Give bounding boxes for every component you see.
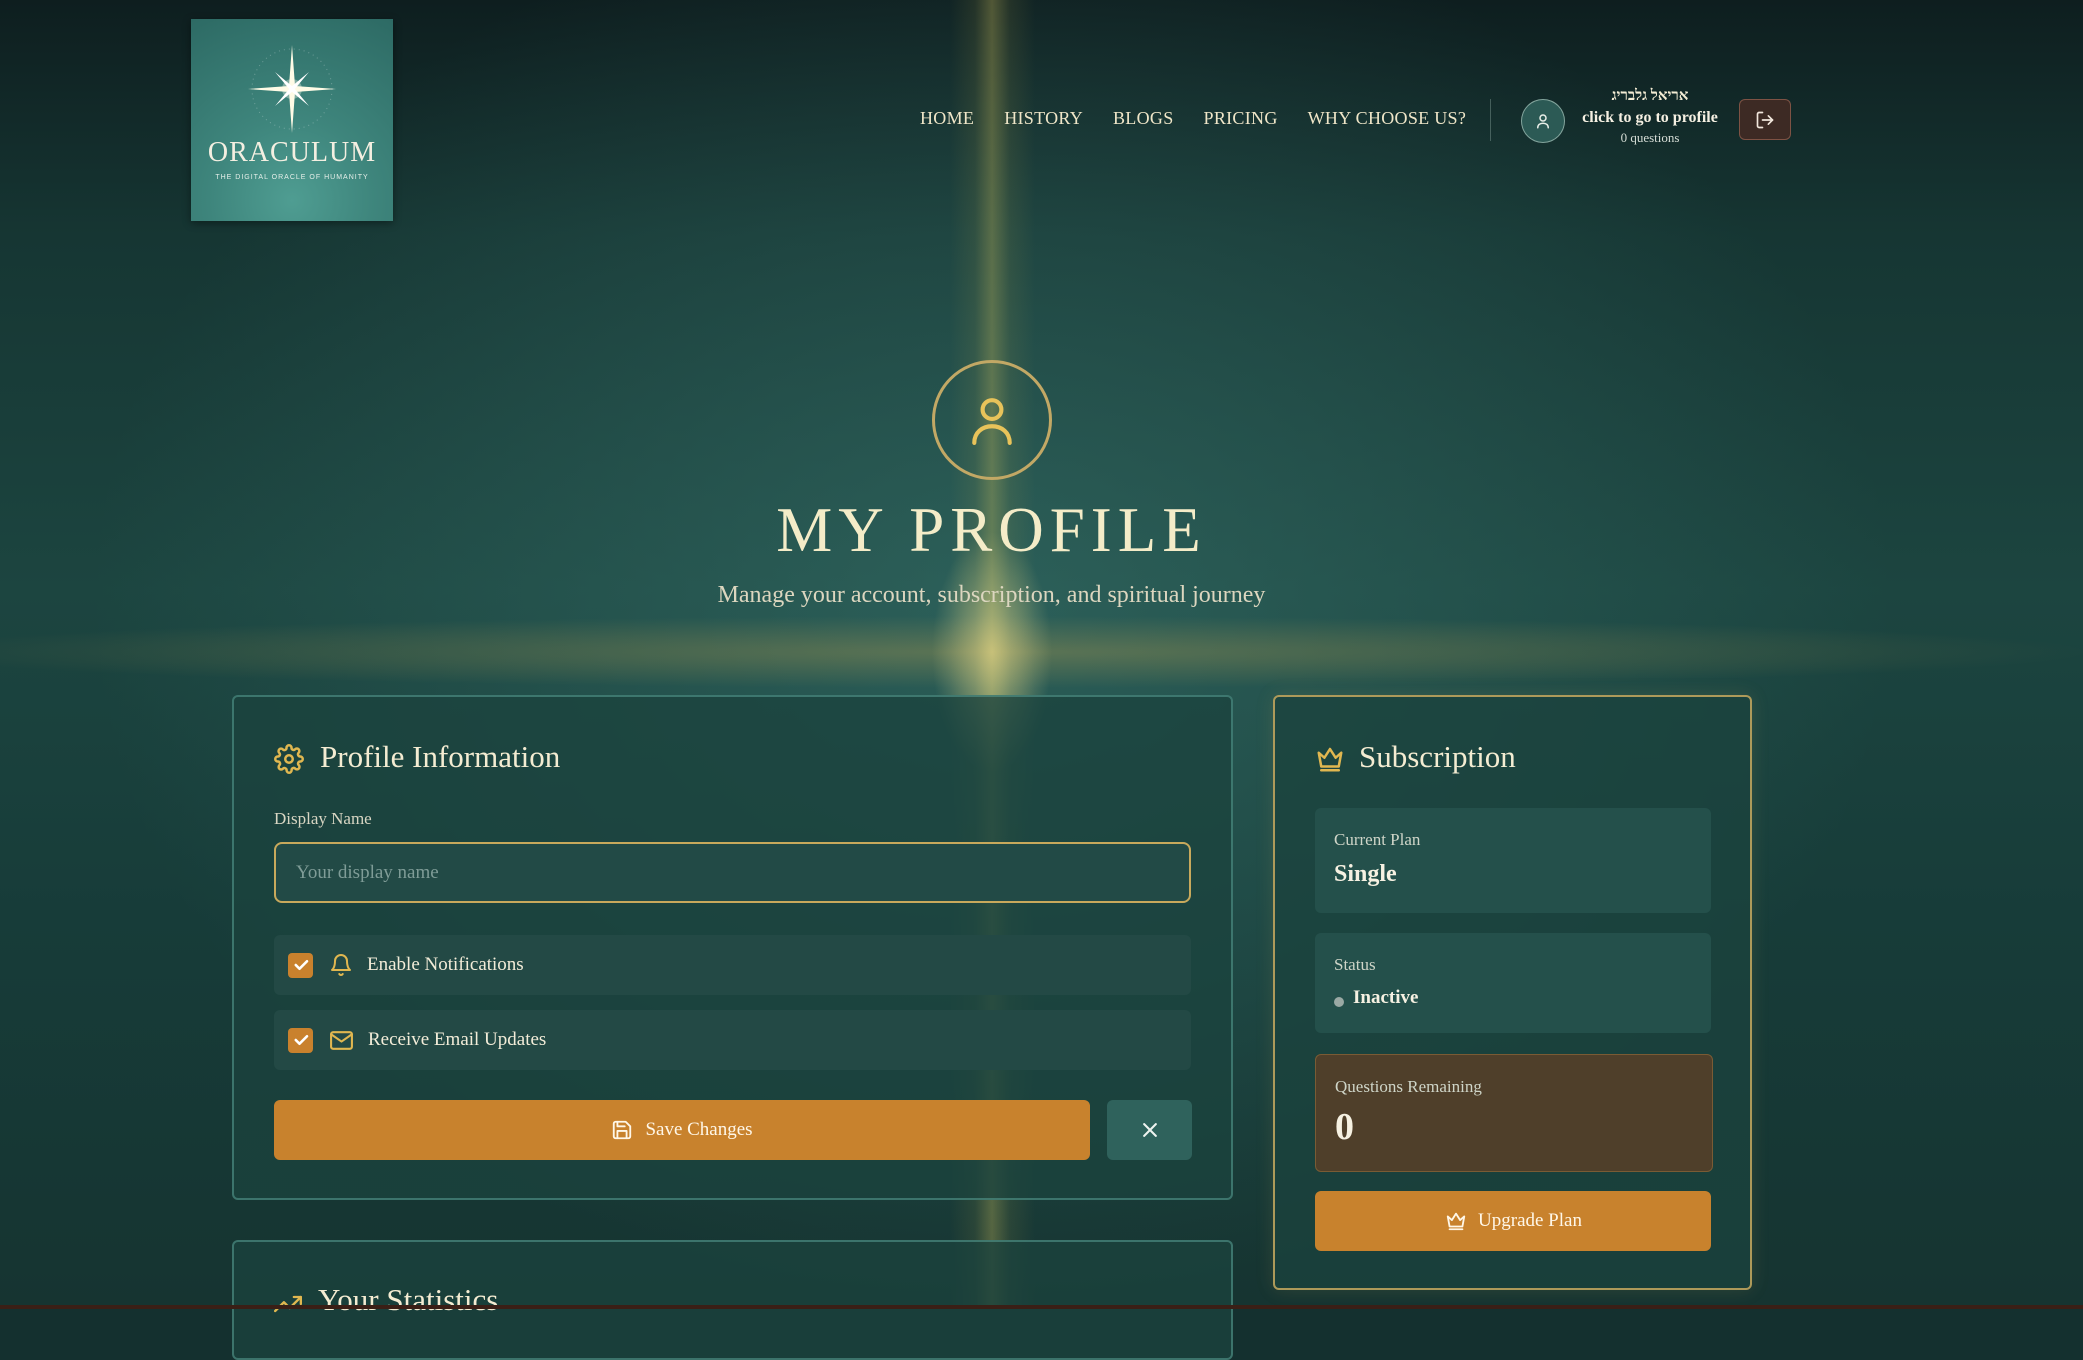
nav-why-choose-us[interactable]: WHY CHOOSE US? (1308, 108, 1467, 129)
page-subtitle: Manage your account, subscription, and s… (717, 582, 1266, 608)
user-icon (1537, 114, 1549, 129)
profile-link-label: click to go to profile (1582, 109, 1718, 126)
user-profile-link[interactable]: אריאל גלבריג click to go to profile 0 qu… (1570, 88, 1730, 146)
save-changes-label: Save Changes (645, 1119, 753, 1140)
brand-logo[interactable]: ORACULUM THE DIGITAL ORACLE OF HUMANITY (191, 19, 393, 221)
questions-remaining-box: Questions Remaining 0 (1315, 1054, 1713, 1172)
notifications-label: Enable Notifications (367, 954, 524, 975)
display-name-input[interactable] (274, 842, 1191, 903)
avatar[interactable] (1521, 99, 1565, 143)
logout-button[interactable] (1739, 99, 1791, 140)
statistics-card-title: Your Statistics (318, 1282, 499, 1317)
email-updates-toggle[interactable]: Receive Email Updates (274, 1010, 1191, 1070)
crown-icon (1446, 1212, 1466, 1231)
main-nav: HOME HISTORY BLOGS PRICING WHY CHOOSE US… (920, 108, 1466, 129)
cancel-button[interactable] (1107, 1100, 1192, 1160)
questions-remaining-value: 0 (1335, 1106, 1354, 1148)
page-title: MY PROFILE (776, 495, 1207, 565)
save-changes-button[interactable]: Save Changes (274, 1100, 1090, 1160)
display-name-label: Display Name (274, 809, 372, 828)
user-name: אריאל גלבריג (1611, 88, 1689, 104)
bell-icon (331, 954, 351, 976)
checkmark-icon (293, 959, 308, 971)
save-icon (613, 1120, 632, 1140)
user-icon (972, 398, 1012, 445)
email-updates-checkbox[interactable] (288, 1027, 313, 1053)
profile-information-card: Profile Information Display Name Enable … (232, 695, 1233, 1200)
subscription-card: Subscription Current Plan Single Status … (1273, 695, 1752, 1290)
mail-icon (330, 1030, 353, 1050)
nav-divider (1490, 99, 1491, 141)
notifications-checkbox[interactable] (288, 952, 313, 978)
statistics-card: Your Statistics (232, 1240, 1233, 1360)
bottom-edge (0, 1305, 2083, 1309)
status-box: Status Inactive (1315, 933, 1711, 1033)
nav-home[interactable]: HOME (920, 108, 974, 129)
user-question-count: 0 questions (1620, 130, 1680, 145)
questions-remaining-label: Questions Remaining (1335, 1077, 1482, 1096)
status-indicator (1334, 997, 1344, 1007)
current-plan-label: Current Plan (1334, 830, 1421, 849)
profile-card-title: Profile Information (320, 739, 561, 774)
profile-hero-icon (932, 360, 1052, 480)
nav-history[interactable]: HISTORY (1004, 108, 1083, 129)
checkmark-icon (293, 1034, 308, 1046)
trending-up-icon (274, 1295, 302, 1313)
brand-tagline: THE DIGITAL ORACLE OF HUMANITY (215, 174, 369, 181)
gear-icon (274, 744, 304, 774)
status-value: Inactive (1353, 987, 1419, 1008)
crown-icon (1317, 747, 1343, 772)
subscription-card-title: Subscription (1359, 739, 1516, 774)
upgrade-plan-label: Upgrade Plan (1478, 1210, 1582, 1231)
notifications-toggle[interactable]: Enable Notifications (274, 935, 1191, 995)
close-icon (1142, 1123, 1157, 1137)
nav-pricing[interactable]: PRICING (1204, 108, 1278, 129)
brand-name: ORACULUM (207, 137, 377, 168)
logout-icon (1756, 111, 1774, 128)
nav-blogs[interactable]: BLOGS (1113, 108, 1174, 129)
status-label: Status (1334, 955, 1376, 974)
current-plan-value: Single (1334, 861, 1397, 887)
email-updates-label: Receive Email Updates (368, 1029, 547, 1050)
current-plan-box: Current Plan Single (1315, 808, 1711, 913)
upgrade-plan-button[interactable]: Upgrade Plan (1315, 1191, 1711, 1251)
star-burst-icon (248, 45, 336, 133)
